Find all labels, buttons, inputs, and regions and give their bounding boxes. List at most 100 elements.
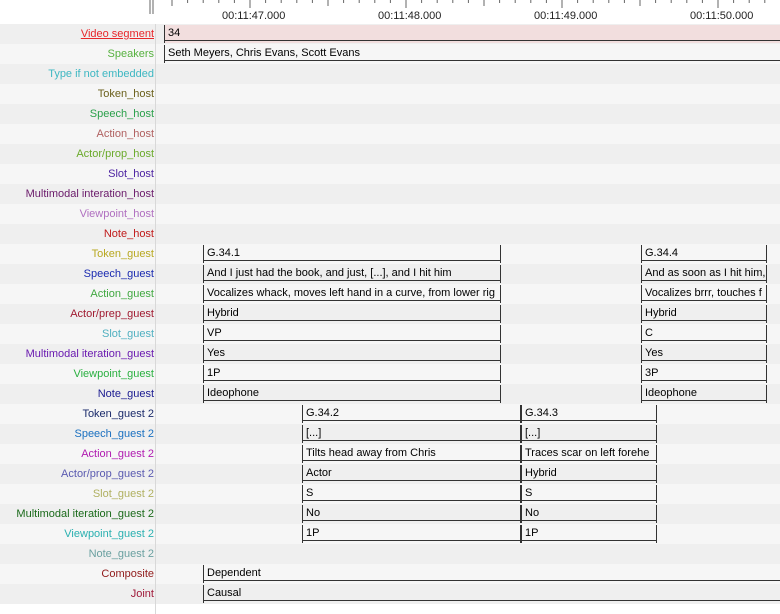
- tier-label-speakers[interactable]: Speakers: [0, 44, 154, 64]
- guest-annotation-action[interactable]: Vocalizes whack, moves left hand in a cu…: [203, 285, 501, 303]
- video-segment-annotation[interactable]: 34: [164, 25, 780, 43]
- tier-label-type-if-not-embedded[interactable]: Type if not embedded: [0, 64, 154, 84]
- tier-row-composite[interactable]: Composite Dependent: [0, 564, 780, 584]
- tier-row-viewpoint-host[interactable]: Viewpoint_host: [0, 204, 780, 224]
- guest-annotation-viewpoint[interactable]: 1P: [203, 365, 501, 383]
- guest2-annotation-actor_prop[interactable]: Actor: [302, 465, 521, 483]
- tier-label-multimodal-interation-host[interactable]: Multimodal interation_host: [0, 184, 154, 204]
- tier-row-action-host[interactable]: Action_host: [0, 124, 780, 144]
- tier-annotation-area[interactable]: [156, 84, 780, 104]
- tier-annotation-area[interactable]: 1P 1P: [156, 524, 780, 544]
- tier-row-multimodal-iteration-guest-2[interactable]: Multimodal iteration_guest 2 No No: [0, 504, 780, 524]
- tier-annotation-area[interactable]: [156, 204, 780, 224]
- tier-annotation-area[interactable]: G.34.2 G.34.3: [156, 404, 780, 424]
- tier-row-viewpoint-guest[interactable]: Viewpoint_guest 1P 3P: [0, 364, 780, 384]
- composite-annotation[interactable]: Dependent: [203, 565, 780, 583]
- tier-row-token-guest[interactable]: Token_guest G.34.1 G.34.4: [0, 244, 780, 264]
- tier-label-speech-guest[interactable]: Speech_guest: [0, 264, 154, 284]
- tier-annotation-area[interactable]: [156, 124, 780, 144]
- tier-label-token-guest-2[interactable]: Token_guest 2: [0, 404, 154, 424]
- tier-label-note-guest[interactable]: Note_guest: [0, 384, 154, 404]
- guest2-annotation-viewpoint[interactable]: 1P: [302, 525, 521, 543]
- tier-label-slot-guest-2[interactable]: Slot_guest 2: [0, 484, 154, 504]
- tier-annotation-area[interactable]: [156, 544, 780, 564]
- tier-row-video-segment[interactable]: Video segment 34: [0, 24, 780, 44]
- tier-row-note-host[interactable]: Note_host: [0, 224, 780, 244]
- tier-annotation-area[interactable]: 1P 3P: [156, 364, 780, 384]
- tier-annotation-area[interactable]: [156, 224, 780, 244]
- tier-annotation-area[interactable]: [156, 164, 780, 184]
- tier-label-action-guest-2[interactable]: Action_guest 2: [0, 444, 154, 464]
- guest2-annotation-multimodal[interactable]: No: [302, 505, 521, 523]
- tier-annotation-area[interactable]: Ideophone Ideophone: [156, 384, 780, 404]
- tier-annotation-area[interactable]: G.34.1 G.34.4: [156, 244, 780, 264]
- tier-annotation-area[interactable]: [156, 184, 780, 204]
- guest-annotation-slot[interactable]: VP: [203, 325, 501, 343]
- tier-row-speech-host[interactable]: Speech_host: [0, 104, 780, 124]
- tier-annotation-area[interactable]: Tilts head away from Chris Traces scar on…: [156, 444, 780, 464]
- guest-annotation-token[interactable]: G.34.1: [203, 245, 501, 263]
- tier-row-actor-prop-guest-2[interactable]: Actor/prop_guest 2 Actor Hybrid: [0, 464, 780, 484]
- tier-label-action-host[interactable]: Action_host: [0, 124, 154, 144]
- guest2-annotation-token[interactable]: G.34.2: [302, 405, 521, 423]
- tier-row-joint[interactable]: Joint Causal: [0, 584, 780, 604]
- guest-annotation-token[interactable]: G.34.4: [641, 245, 767, 263]
- tier-annotation-area[interactable]: Vocalizes whack, moves left hand in a cu…: [156, 284, 780, 304]
- tier-row-note-guest-2[interactable]: Note_guest 2: [0, 544, 780, 564]
- guest-annotation-slot[interactable]: C: [641, 325, 767, 343]
- tier-label-slot-host[interactable]: Slot_host: [0, 164, 154, 184]
- guest-annotation-multimodal[interactable]: Yes: [641, 345, 767, 363]
- tier-annotation-area[interactable]: [156, 144, 780, 164]
- tier-annotation-area[interactable]: Causal: [156, 584, 780, 604]
- tier-row-speakers[interactable]: Speakers Seth Meyers, Chris Evans, Scott …: [0, 44, 780, 64]
- timeline-ruler[interactable]: 00:11:47.000 00:11:48.000 00:11:49.000 0…: [0, 0, 780, 25]
- tier-row-type-if-not-embedded[interactable]: Type if not embedded: [0, 64, 780, 84]
- guest2-annotation-speech[interactable]: [...]: [302, 425, 521, 443]
- tier-label-slot-guest[interactable]: Slot_guest: [0, 324, 154, 344]
- tier-row-token-guest-2[interactable]: Token_guest 2 G.34.2 G.34.3: [0, 404, 780, 424]
- guest2-annotation-slot[interactable]: S: [521, 485, 657, 503]
- tier-label-viewpoint-host[interactable]: Viewpoint_host: [0, 204, 154, 224]
- guest2-annotation-token[interactable]: G.34.3: [521, 405, 657, 423]
- guest2-annotation-action[interactable]: Traces scar on left forehe: [521, 445, 657, 463]
- tier-label-multimodal-iteration-guest[interactable]: Multimodal iteration_guest: [0, 344, 154, 364]
- tier-annotation-area[interactable]: [...] [...]: [156, 424, 780, 444]
- guest-annotation-note[interactable]: Ideophone: [641, 385, 767, 403]
- tier-annotation-area[interactable]: 34: [156, 24, 780, 44]
- tier-row-slot-guest-2[interactable]: Slot_guest 2SS: [0, 484, 780, 504]
- tier-row-multimodal-iteration-guest[interactable]: Multimodal iteration_guest Yes Yes: [0, 344, 780, 364]
- tier-row-token-host[interactable]: Token_host: [0, 84, 780, 104]
- tier-row-actor-prep-guest[interactable]: Actor/prep_guest Hybrid Hybrid: [0, 304, 780, 324]
- tier-annotation-area[interactable]: Dependent: [156, 564, 780, 584]
- tier-label-actor-prop-host[interactable]: Actor/prop_host: [0, 144, 154, 164]
- tier-annotation-area[interactable]: SS: [156, 484, 780, 504]
- tier-annotation-area[interactable]: Yes Yes: [156, 344, 780, 364]
- guest2-annotation-viewpoint[interactable]: 1P: [521, 525, 657, 543]
- tier-annotation-area[interactable]: Seth Meyers, Chris Evans, Scott Evans: [156, 44, 780, 64]
- tier-label-actor-prep-guest[interactable]: Actor/prep_guest: [0, 304, 154, 324]
- guest2-annotation-multimodal[interactable]: No: [521, 505, 657, 523]
- tier-annotation-area[interactable]: [156, 104, 780, 124]
- tier-label-note-host[interactable]: Note_host: [0, 224, 154, 244]
- tier-label-video-segment[interactable]: Video segment: [0, 24, 154, 44]
- speakers-annotation[interactable]: Seth Meyers, Chris Evans, Scott Evans: [164, 45, 780, 63]
- tier-row-slot-host[interactable]: Slot_host: [0, 164, 780, 184]
- tier-label-joint[interactable]: Joint: [0, 584, 154, 604]
- tier-annotation-area[interactable]: Hybrid Hybrid: [156, 304, 780, 324]
- tier-row-action-guest-2[interactable]: Action_guest 2 Tilts head away from Chris…: [0, 444, 780, 464]
- tier-row-speech-guest-2[interactable]: Speech_guest 2 [...] [...]: [0, 424, 780, 444]
- tier-label-token-host[interactable]: Token_host: [0, 84, 154, 104]
- tier-row-viewpoint-guest-2[interactable]: Viewpoint_guest 2 1P 1P: [0, 524, 780, 544]
- guest2-annotation-slot[interactable]: S: [302, 485, 521, 503]
- tier-label-note-guest-2[interactable]: Note_guest 2: [0, 544, 154, 564]
- tier-annotation-area[interactable]: VP C: [156, 324, 780, 344]
- guest2-annotation-actor_prop[interactable]: Hybrid: [521, 465, 657, 483]
- guest-annotation-speech[interactable]: And I just had the book, and just, [...]…: [203, 265, 501, 283]
- guest2-annotation-action[interactable]: Tilts head away from Chris: [302, 445, 521, 463]
- guest-annotation-actor_prop[interactable]: Hybrid: [641, 305, 767, 323]
- joint-annotation[interactable]: Causal: [203, 585, 780, 603]
- tier-annotation-area[interactable]: Actor Hybrid: [156, 464, 780, 484]
- tier-row-slot-guest[interactable]: Slot_guest VP C: [0, 324, 780, 344]
- tier-annotation-area[interactable]: And I just had the book, and just, [...]…: [156, 264, 780, 284]
- guest-annotation-viewpoint[interactable]: 3P: [641, 365, 767, 383]
